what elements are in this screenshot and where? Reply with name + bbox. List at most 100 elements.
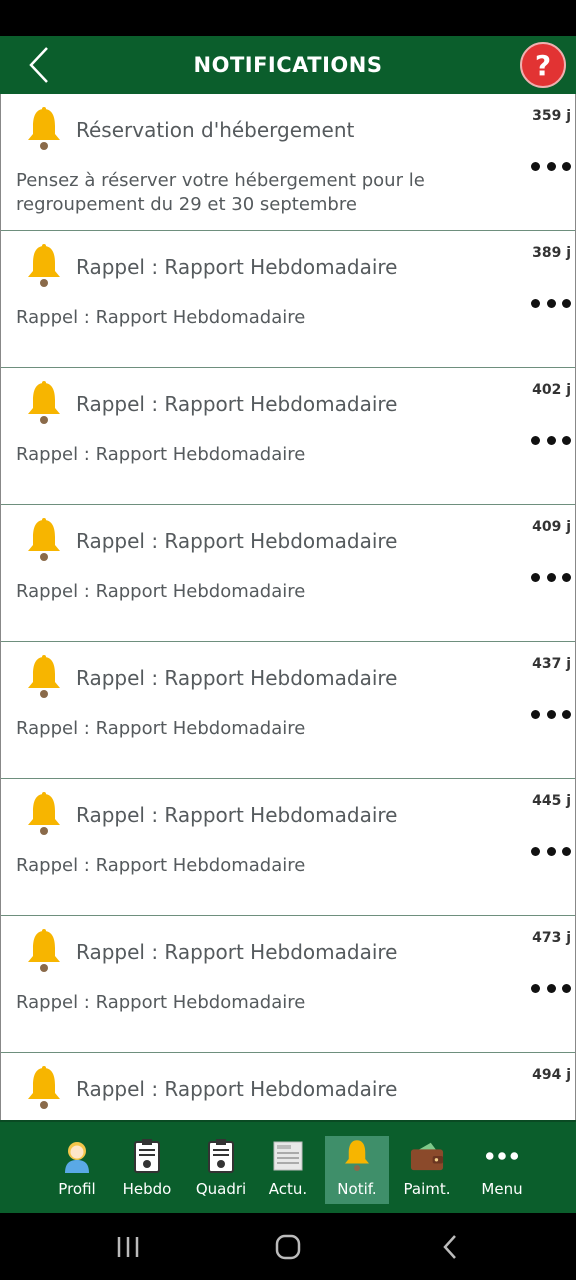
dot-icon — [562, 572, 571, 582]
tab-label: Paimt. — [403, 1180, 451, 1198]
notification-body: Rappel : Rapport Hebdomadaire — [16, 718, 306, 739]
dot-icon — [562, 709, 571, 719]
dot-icon — [546, 298, 556, 308]
notification-title: Rappel : Rapport Hebdomadaire — [76, 529, 398, 553]
dot-icon — [546, 161, 556, 171]
bell-icon — [345, 1140, 369, 1171]
notification-item[interactable]: Rappel : Rapport Hebdomadaire 437 j Rapp… — [1, 642, 575, 779]
notification-title: Rappel : Rapport Hebdomadaire — [76, 392, 398, 416]
clipboard-icon — [134, 1139, 160, 1173]
notification-item[interactable]: Rappel : Rapport Hebdomadaire 402 j Rapp… — [1, 368, 575, 505]
notification-age: 494 j — [532, 1067, 571, 1083]
notification-title: Rappel : Rapport Hebdomadaire — [76, 940, 398, 964]
wallet-icon — [410, 1142, 444, 1171]
dot-icon — [546, 983, 556, 993]
notification-title: Rappel : Rapport Hebdomadaire — [76, 803, 398, 827]
dot-icon — [531, 983, 540, 993]
notification-age: 473 j — [532, 930, 571, 946]
dot-icon — [531, 298, 540, 308]
notification-item[interactable]: Réservation d'hébergement 359 j Pensez à… — [1, 94, 575, 231]
tab-actu[interactable]: Actu. — [256, 1136, 320, 1204]
system-back-button[interactable] — [430, 1231, 470, 1263]
notification-item[interactable]: Rappel : Rapport Hebdomadaire 409 j Rapp… — [1, 505, 575, 642]
more-options-button[interactable] — [531, 567, 571, 587]
app-header: NOTIFICATIONS ? — [0, 36, 576, 94]
home-icon — [275, 1234, 301, 1260]
page-title: NOTIFICATIONS — [193, 53, 383, 77]
tab-notif[interactable]: Notif. — [325, 1136, 389, 1204]
dot-icon — [562, 846, 571, 856]
tab-paimt[interactable]: Paimt. — [395, 1136, 459, 1204]
notification-age: 445 j — [532, 793, 571, 809]
notification-body: Rappel : Rapport Hebdomadaire — [16, 444, 306, 465]
notification-age: 359 j — [532, 108, 571, 124]
tab-menu[interactable]: Menu — [470, 1136, 534, 1204]
more-options-button[interactable] — [531, 704, 571, 724]
newspaper-icon — [273, 1141, 303, 1171]
tab-label: Hebdo — [122, 1180, 172, 1198]
tab-label: Profil — [58, 1180, 96, 1198]
notification-item[interactable]: Rappel : Rapport Hebdomadaire 389 j Rapp… — [1, 231, 575, 368]
home-button[interactable] — [268, 1231, 308, 1263]
bell-icon — [28, 792, 60, 835]
tab-profil[interactable]: Profil — [45, 1136, 109, 1204]
more-options-button[interactable] — [531, 978, 571, 998]
notification-age: 389 j — [532, 245, 571, 261]
system-nav-bar — [0, 1213, 576, 1280]
notification-body: Rappel : Rapport Hebdomadaire — [16, 992, 306, 1013]
more-options-button[interactable] — [531, 841, 571, 861]
more-options-button[interactable] — [531, 156, 571, 176]
dot-icon — [546, 709, 556, 719]
help-icon: ? — [534, 48, 552, 82]
dot-icon — [531, 572, 540, 582]
notification-age: 437 j — [532, 656, 571, 672]
more-options-button[interactable] — [531, 293, 571, 313]
notification-title: Rappel : Rapport Hebdomadaire — [76, 255, 398, 279]
dot-icon — [531, 709, 540, 719]
help-button[interactable]: ? — [520, 42, 566, 88]
tab-hebdo[interactable]: Hebdo — [115, 1136, 179, 1204]
dot-icon — [562, 983, 571, 993]
status-bar — [0, 0, 576, 36]
bell-icon — [28, 107, 60, 150]
back-button[interactable] — [24, 46, 54, 84]
dot-icon — [531, 435, 540, 445]
notification-item[interactable]: Rappel : Rapport Hebdomadaire 445 j Rapp… — [1, 779, 575, 916]
bell-icon — [28, 655, 60, 698]
notification-age: 409 j — [532, 519, 571, 535]
dot-icon — [546, 572, 556, 582]
notification-list[interactable]: Réservation d'hébergement 359 j Pensez à… — [0, 94, 576, 1120]
notification-title: Réservation d'hébergement — [76, 118, 355, 142]
tab-label: Notif. — [337, 1180, 377, 1198]
recent-apps-icon — [117, 1237, 139, 1257]
dot-icon — [562, 435, 571, 445]
notification-body: Rappel : Rapport Hebdomadaire — [16, 855, 306, 876]
profile-icon — [65, 1142, 89, 1173]
notification-title: Rappel : Rapport Hebdomadaire — [76, 1077, 398, 1101]
bell-icon — [28, 381, 60, 424]
chevron-left-icon — [29, 47, 48, 83]
dot-icon — [531, 846, 540, 856]
notification-item[interactable]: Rappel : Rapport Hebdomadaire 473 j Rapp… — [1, 916, 575, 1053]
tab-quadri[interactable]: Quadri — [189, 1136, 253, 1204]
dot-icon — [562, 298, 571, 308]
notification-body: Pensez à réserver votre hébergement pour… — [16, 170, 425, 215]
bottom-tab-bar: Profil Hebdo Quadri Actu. Notif. Paimt. … — [0, 1120, 576, 1213]
tab-label: Quadri — [195, 1180, 247, 1198]
notification-title: Rappel : Rapport Hebdomadaire — [76, 666, 398, 690]
notification-age: 402 j — [532, 382, 571, 398]
more-options-button[interactable] — [531, 430, 571, 450]
bell-icon — [28, 1066, 60, 1109]
back-icon — [443, 1235, 456, 1259]
more-icon — [485, 1152, 519, 1160]
notification-body: Rappel : Rapport Hebdomadaire — [16, 307, 306, 328]
dot-icon — [562, 161, 571, 171]
dot-icon — [546, 846, 556, 856]
recent-apps-button[interactable] — [108, 1231, 148, 1263]
bell-icon — [28, 929, 60, 972]
bell-icon — [28, 244, 60, 287]
dot-icon — [531, 161, 540, 171]
notification-body: Rappel : Rapport Hebdomadaire — [16, 581, 306, 602]
bell-icon — [28, 518, 60, 561]
notification-item[interactable]: Rappel : Rapport Hebdomadaire 494 j — [1, 1053, 575, 1120]
